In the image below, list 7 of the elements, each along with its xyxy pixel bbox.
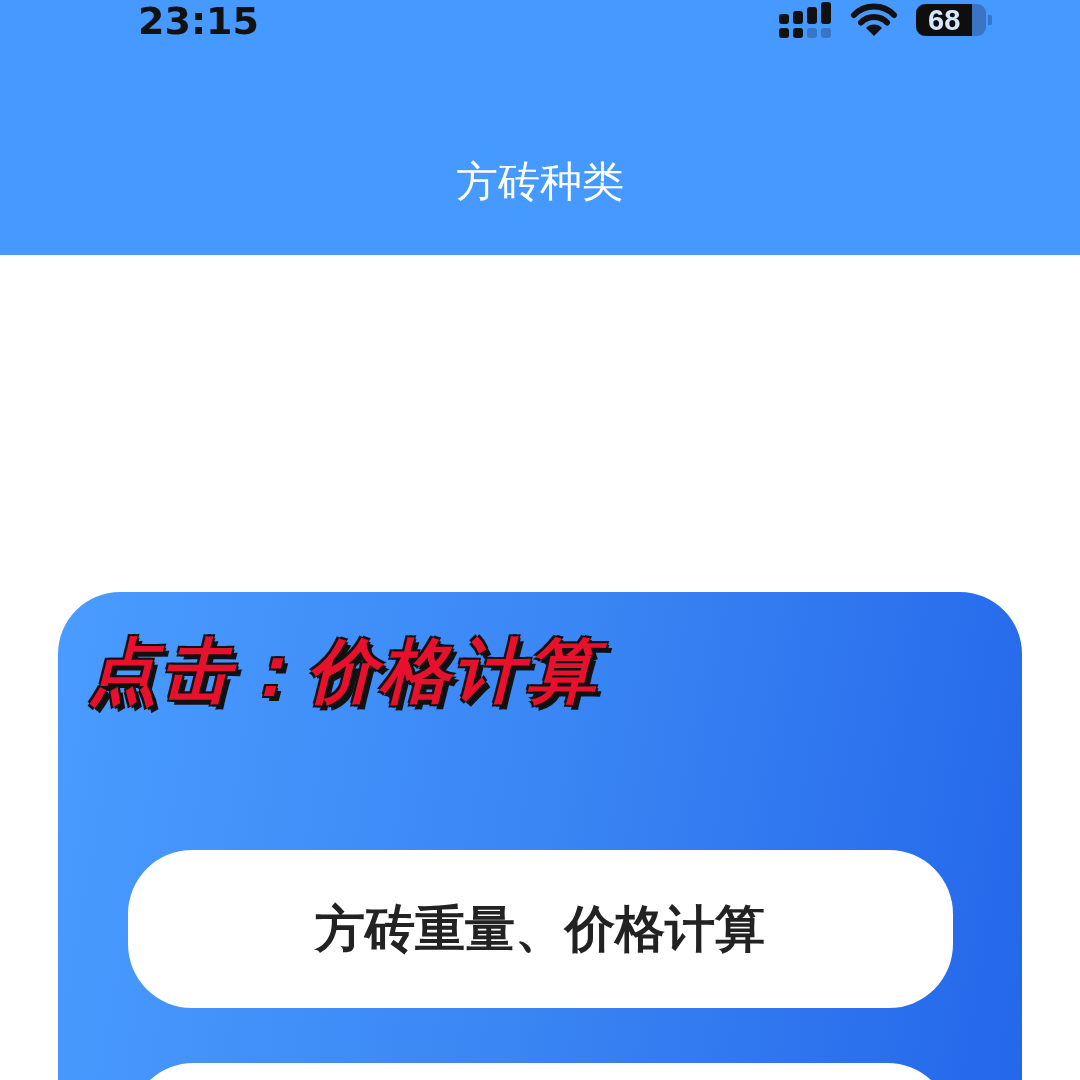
wifi-icon bbox=[850, 3, 898, 37]
battery-percent: 68 bbox=[928, 5, 961, 35]
status-time: 23:15 bbox=[138, 0, 259, 43]
option-button[interactable]: 方砖重量、价格计算 bbox=[127, 850, 953, 1008]
annotation-text: 点击：价格计算 bbox=[82, 628, 617, 720]
signal-icon bbox=[778, 2, 832, 38]
page-title: 方砖种类 bbox=[455, 158, 625, 206]
